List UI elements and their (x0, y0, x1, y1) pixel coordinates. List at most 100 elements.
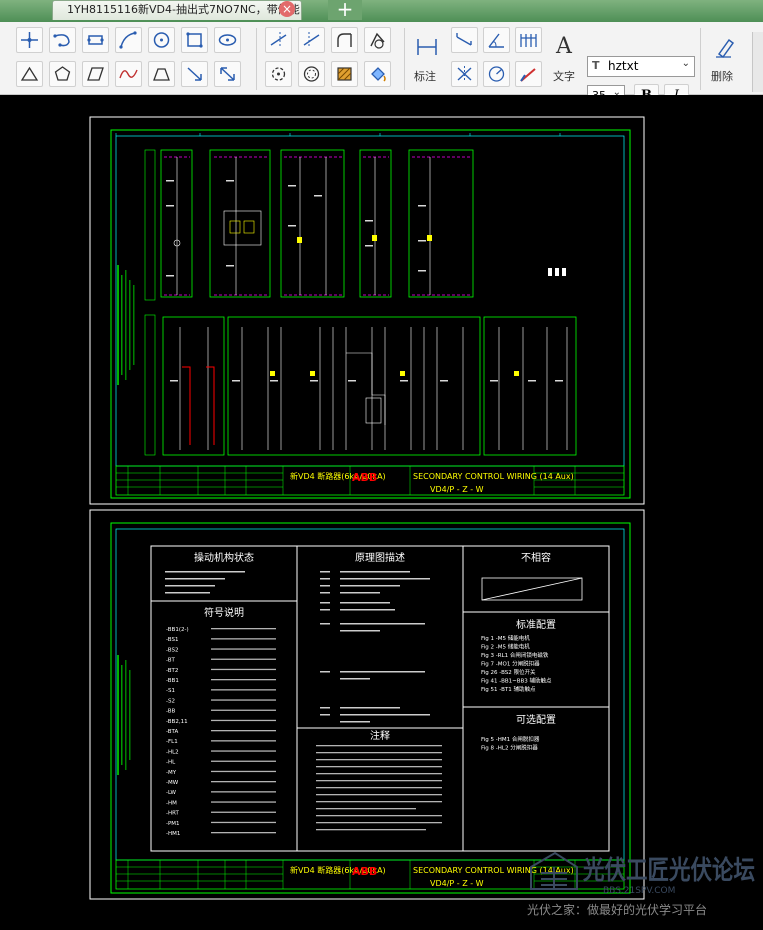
hatch-tool-button[interactable] (331, 61, 358, 87)
curve-tool-button[interactable] (115, 61, 142, 87)
font-select[interactable]: T hztxt ⌄ (587, 56, 695, 77)
pentagon-tool-button[interactable] (49, 61, 76, 87)
symbol-desc-line (211, 658, 276, 660)
symbol-desc-line (211, 811, 276, 813)
symbol-item: -BB1(2-) (166, 627, 189, 633)
symbol-item: -HRT (166, 811, 180, 817)
rotate-icon (271, 67, 286, 81)
symbol-item: -BB2,11 (166, 719, 188, 725)
fill-tool-button[interactable] (364, 61, 391, 87)
cad-canvas[interactable]: 新VD4 断路器(6kA/20kA) ABB SECONDARY CONTROL… (0, 95, 763, 926)
polyline-icon (119, 31, 137, 49)
mirror-button[interactable] (451, 61, 478, 87)
circle-tool-button[interactable] (148, 27, 175, 53)
triangle-tool-button[interactable] (16, 61, 43, 87)
polyline-tool-button[interactable] (115, 27, 142, 53)
line-tool-button[interactable] (82, 27, 109, 53)
symbol-desc-line (211, 821, 276, 824)
optional-config-list: Fig 5 -HM1 合闸脱扣器Fig 8 -HL2 分闸脱扣器 (481, 735, 540, 752)
font-select-value: hztxt (608, 59, 639, 73)
extend-tool-button[interactable] (298, 27, 325, 53)
symbol-desc-line (211, 709, 276, 711)
point-tool-button[interactable] (16, 27, 43, 53)
point-icon (21, 32, 38, 48)
sheet-1: 新VD4 断路器(6kA/20kA) ABB SECONDARY CONTROL… (89, 116, 645, 505)
delete-label: 删除 (711, 70, 733, 83)
symbol-item: -BS2 (166, 647, 178, 653)
toolbar-separator (256, 28, 257, 90)
watermark-url: BBS.21SPV.COM (603, 886, 675, 896)
symbol-item: -HL (166, 760, 176, 766)
chamfer-tool-button[interactable] (364, 27, 391, 53)
mirror-icon (457, 66, 472, 82)
new-tab-button[interactable]: + (328, 0, 362, 20)
rotate-tool-button[interactable] (265, 61, 292, 87)
symbol-desc-line (211, 689, 276, 691)
hatch-icon (337, 67, 352, 81)
symbol-item: -BS1 (166, 637, 178, 643)
sec-symbols-title: 符号说明 (204, 606, 244, 619)
optional-fig-item: Fig 8 -HL2 分闸脱扣器 (481, 744, 538, 752)
symbol-item: -HM1 (166, 831, 180, 837)
sheet-2: 操动机构状态 原理图描述 不相容 符号说明 注释 标准配置 可选配置 -BB1(… (89, 509, 645, 900)
toolbar-separator (404, 28, 405, 90)
symbol-desc-line (211, 740, 276, 742)
align-dim-button[interactable] (451, 27, 478, 53)
sheet1-logo: ABB (352, 471, 377, 484)
sec-optional-title: 可选配置 (516, 713, 556, 726)
document-tab[interactable]: 1YH8115116新VD4-抽出式7NO7NC，带储能 (52, 0, 302, 20)
symbol-item: -BB (166, 709, 176, 715)
parallelogram-tool-button[interactable] (82, 61, 109, 87)
document-tab-title: 1YH8115116新VD4-抽出式7NO7NC，带储能 (67, 3, 300, 16)
rectangle-tool-button[interactable] (181, 27, 208, 53)
fillet-tool-button[interactable] (331, 27, 358, 53)
symbol-desc-line (211, 781, 276, 783)
radius-dim-button[interactable] (483, 61, 510, 87)
curve-icon (119, 69, 138, 79)
double-arrow-tool-button[interactable] (214, 61, 241, 87)
arc-tool-button[interactable] (49, 27, 76, 53)
symbol-item: -MW (166, 780, 179, 786)
arrow-tool-button[interactable] (181, 61, 208, 87)
chevron-down-icon: ⌄ (681, 58, 690, 69)
sec-mechanism-title: 操动机构状态 (194, 551, 254, 564)
symbol-desc-line (211, 750, 276, 752)
arrow-icon (187, 67, 202, 81)
toolbar-scroll[interactable] (752, 32, 763, 92)
sec-principle-title: 原理图描述 (355, 551, 405, 564)
line-icon (87, 35, 104, 45)
tab-bar: 1YH8115116新VD4-抽出式7NO7NC，带储能 × + (0, 0, 763, 22)
standard-fig-item: Fig 1 -M5 储能电机 (481, 634, 530, 642)
angle-dim-button[interactable] (483, 27, 510, 53)
sec-incompatible-title: 不相容 (521, 551, 551, 564)
symbol-desc-line (211, 638, 276, 640)
ellipse-tool-button[interactable] (214, 27, 241, 53)
symbol-item: -FL1 (166, 739, 178, 745)
sheet2-logo: ABB (352, 865, 377, 878)
offset-tool-button[interactable] (298, 61, 325, 87)
symbol-item: -HM (166, 800, 177, 806)
delete-button[interactable] (711, 34, 737, 60)
symbol-desc-line (211, 648, 276, 650)
sheet2-drawing-no: VD4/P - Z - W (430, 879, 484, 888)
symbol-item: -BT (166, 658, 176, 664)
watermark-slogan: 光伏之家：做最好的光伏学习平台 (527, 902, 707, 917)
symbols-list: -BB1(2-) -BS1 -BS2 -BT -BT2 -BB1 -S1 -S2 -BB -BB2… (166, 627, 276, 837)
symbol-desc-line (211, 791, 276, 793)
symbol-item: -PM1 (166, 821, 180, 827)
standard-fig-item: Fig 3 -RL1 合闸闭锁电磁铁 (481, 651, 549, 659)
watermark-house-icon (530, 851, 578, 890)
symbol-desc-line (211, 668, 276, 671)
trapezoid-tool-button[interactable] (148, 61, 175, 87)
close-tab-icon[interactable]: × (279, 1, 295, 17)
baseline-dim-button[interactable] (515, 27, 542, 53)
fillet-icon (337, 33, 352, 47)
text-tool-icon[interactable]: A (556, 34, 572, 59)
symbol-desc-line (211, 760, 276, 762)
drawing-toolbar: 标注 A 文字 T hztxt ⌄ 35 ⌄ B I 删除 (0, 22, 763, 107)
symbol-desc-line (211, 679, 276, 681)
leader-button[interactable] (515, 61, 542, 87)
dimension-button[interactable] (414, 34, 440, 60)
offset-icon (303, 66, 320, 82)
trim-tool-button[interactable] (265, 27, 292, 53)
